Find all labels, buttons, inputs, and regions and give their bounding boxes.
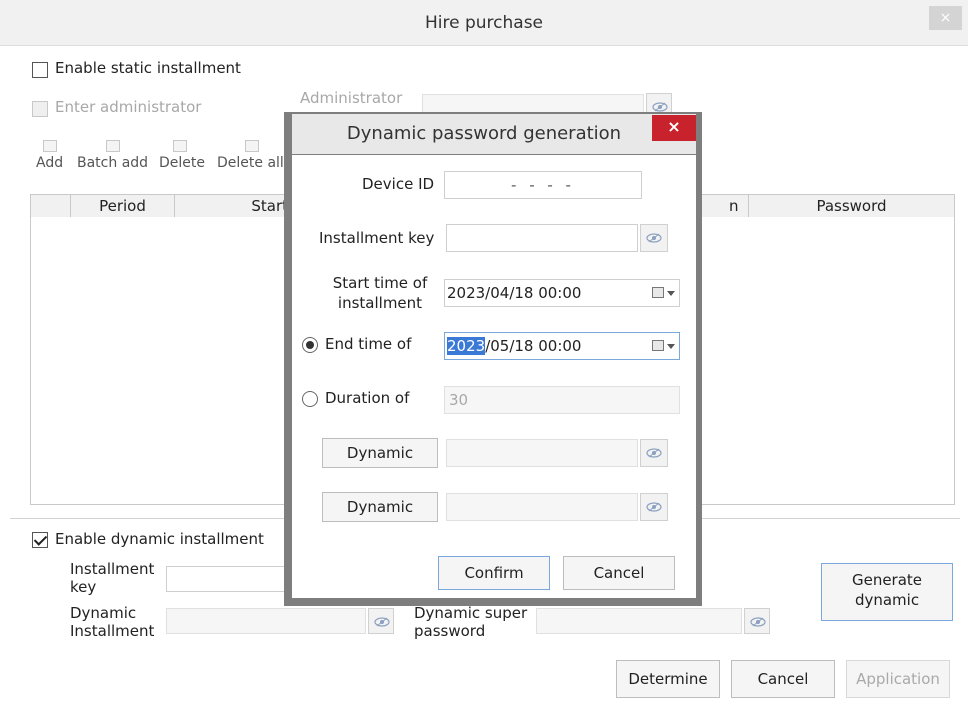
dynamic-output-1-eye-icon[interactable] xyxy=(640,439,668,467)
installment-key-label: Installment key xyxy=(70,560,155,596)
end-time-label: End time of xyxy=(325,335,412,353)
enable-static-installment-label: Enable static installment xyxy=(55,59,241,77)
delete-all-icon xyxy=(245,140,259,152)
modal-body xyxy=(292,155,696,598)
generate-dynamic-button[interactable]: Generate dynamic xyxy=(821,563,953,621)
footer-cancel-button[interactable]: Cancel xyxy=(731,660,835,698)
end-time-picker[interactable]: 2023/05/18 00:00 xyxy=(444,332,680,360)
end-time-rest: /05/18 00:00 xyxy=(485,337,582,355)
delete-button[interactable]: Delete xyxy=(159,155,205,171)
confirm-button[interactable]: Confirm xyxy=(438,556,550,590)
modal-installment-key-input[interactable] xyxy=(446,224,638,252)
end-time-radio[interactable] xyxy=(302,337,318,353)
batch-add-icon xyxy=(106,140,120,152)
modal-installment-key-eye-icon[interactable] xyxy=(640,224,668,252)
enable-static-installment-checkbox[interactable] xyxy=(32,62,48,78)
dynamic-installment-eye-icon[interactable] xyxy=(368,608,394,634)
modal-title: Dynamic password generation xyxy=(346,123,622,144)
dynamic-output-1[interactable] xyxy=(446,439,638,467)
dynamic-installment-label: Dynamic Installment xyxy=(70,604,155,640)
table-header-period[interactable]: Period xyxy=(71,195,175,217)
start-time-value: 2023/04/18 00:00 xyxy=(447,284,582,302)
delete-all-button[interactable]: Delete all xyxy=(217,155,284,171)
device-id-label: Device ID xyxy=(362,175,435,193)
add-button[interactable]: Add xyxy=(36,155,63,171)
modal-close-button[interactable]: × xyxy=(652,115,696,141)
dynamic-output-2[interactable] xyxy=(446,493,638,521)
table-header-blank xyxy=(31,195,71,217)
start-time-picker[interactable]: 2023/04/18 00:00 xyxy=(444,279,680,307)
duration-radio[interactable] xyxy=(302,391,318,407)
dynamic-button-1[interactable]: Dynamic xyxy=(322,438,438,468)
dynamic-output-2-eye-icon[interactable] xyxy=(640,493,668,521)
enable-dynamic-installment-label: Enable dynamic installment xyxy=(55,530,264,548)
batch-add-button[interactable]: Batch add xyxy=(77,155,148,171)
start-time-calendar-icon[interactable] xyxy=(649,283,675,303)
window-title: Hire purchase xyxy=(424,13,544,33)
start-time-label: Start time of installment xyxy=(332,274,428,312)
application-button[interactable]: Application xyxy=(846,660,950,698)
delete-icon xyxy=(173,140,187,152)
determine-button[interactable]: Determine xyxy=(616,660,720,698)
enable-dynamic-installment-checkbox[interactable] xyxy=(32,532,48,548)
table-header-password[interactable]: Password xyxy=(749,195,954,217)
dynamic-button-2[interactable]: Dynamic xyxy=(322,492,438,522)
dynamic-installment-input[interactable] xyxy=(166,608,366,634)
installment-key-input[interactable] xyxy=(166,566,290,592)
enter-administrator-checkbox[interactable] xyxy=(32,101,48,117)
add-icon xyxy=(43,140,57,152)
dynamic-super-password-label: Dynamic super password xyxy=(414,604,528,640)
modal-installment-key-label: Installment key xyxy=(319,229,435,247)
administrator-label: Administrator xyxy=(300,89,403,107)
end-time-calendar-icon[interactable] xyxy=(649,336,675,356)
dynamic-super-password-input[interactable] xyxy=(536,608,742,634)
duration-input[interactable]: 30 xyxy=(444,386,680,414)
end-time-value: 2023/05/18 00:00 xyxy=(447,337,581,355)
duration-label: Duration of xyxy=(325,389,410,407)
enter-administrator-label: Enter administrator xyxy=(55,98,202,116)
modal-cancel-button[interactable]: Cancel xyxy=(563,556,675,590)
device-id-input[interactable]: - - - - xyxy=(444,171,642,199)
window-close-button[interactable]: × xyxy=(929,6,962,30)
dynamic-super-password-eye-icon[interactable] xyxy=(744,608,770,634)
end-time-selected-year: 2023 xyxy=(447,337,486,355)
